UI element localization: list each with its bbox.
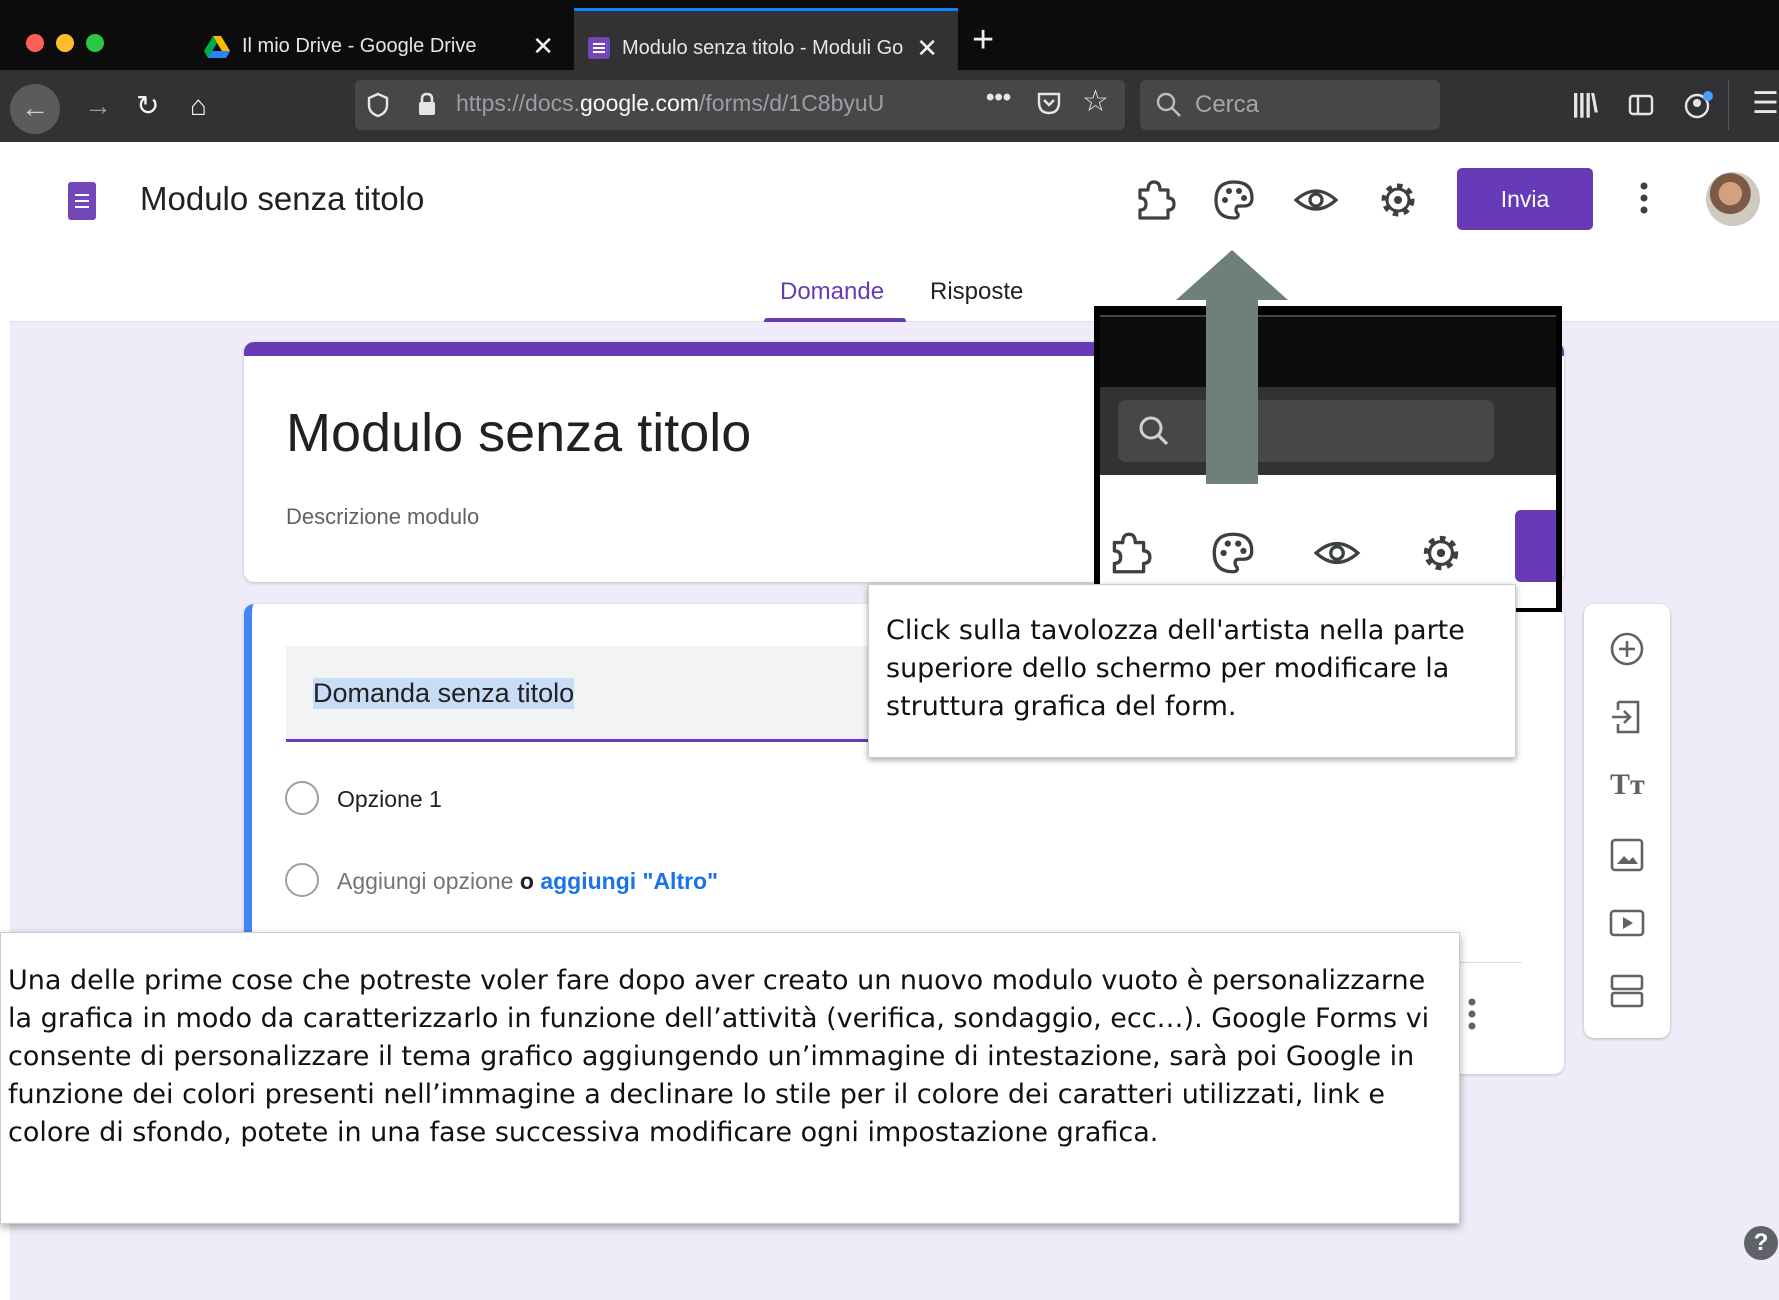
window-minimize-button[interactable] [56,34,74,52]
addons-icon[interactable] [1130,176,1178,224]
help-icon[interactable]: ? [1744,1226,1778,1260]
sidebar-icon[interactable] [1628,94,1654,116]
bookmark-star-icon[interactable]: ☆ [1082,84,1109,119]
zoom-send-button [1515,510,1556,582]
reload-icon[interactable]: ↻ [136,70,159,142]
or-label: o [519,868,534,894]
close-tab-icon[interactable]: ✕ [532,31,554,62]
forward-arrow-icon[interactable]: → [84,70,112,142]
tab-risposte[interactable]: Risposte [930,278,1023,306]
menu-icon[interactable]: ☰ [1752,86,1779,121]
title-text-icon[interactable]: Tт [1610,768,1645,802]
add-other-link[interactable]: aggiungi "Altro" [540,868,718,894]
settings-gear-icon [1423,535,1459,571]
tab-domande[interactable]: Domande [780,278,884,306]
home-icon[interactable]: ⌂ [190,70,207,142]
pocket-icon[interactable] [1036,90,1062,116]
account-icon[interactable] [1684,90,1714,120]
callout-text: Click sulla tavolozza dell'artista nella… [886,615,1465,722]
preview-eye-icon [1313,541,1361,565]
url-text[interactable]: https://docs.google.com/forms/d/1C8byuU [456,90,956,117]
plus-icon[interactable]: + [972,20,994,60]
tab-title: Il mio Drive - Google Drive [242,35,477,57]
toolbar-divider [1728,80,1729,130]
page-actions-icon[interactable]: ••• [986,84,1011,112]
search-icon [1139,416,1169,446]
send-button[interactable]: Invia [1457,168,1593,230]
search-input[interactable]: Cerca [1195,91,1259,119]
lock-icon[interactable] [417,92,437,116]
zoom-tab-bar [1100,315,1556,387]
form-description-field[interactable]: Descrizione modulo [286,504,479,530]
avatar[interactable] [1706,172,1760,226]
window-close-button[interactable] [26,34,44,52]
more-vert-icon[interactable] [1466,996,1478,1032]
add-option-link[interactable]: Aggiungi opzione [337,868,513,894]
google-drive-icon [204,35,230,58]
section-icon[interactable] [1608,972,1646,1010]
radio-option-1[interactable] [285,781,319,815]
video-icon[interactable] [1608,904,1646,942]
window-zoom-button[interactable] [86,34,104,52]
addons-icon [1112,532,1152,574]
option-label[interactable]: Opzione 1 [337,786,442,813]
image-icon[interactable] [1608,836,1646,874]
add-option-row[interactable]: Aggiungi opzione o aggiungi "Altro" [337,868,718,895]
document-title[interactable]: Modulo senza titolo [140,180,424,218]
form-title[interactable]: Modulo senza titolo [286,402,751,464]
more-vert-icon[interactable] [1638,180,1650,216]
settings-gear-icon[interactable] [1374,176,1422,224]
google-forms-icon[interactable] [68,182,96,220]
tab-title: Modulo senza titolo - Moduli Go [622,36,904,59]
radio-add-option [285,863,319,897]
library-icon[interactable]: |||\ [1572,88,1598,119]
up-arrow-icon [1176,250,1288,484]
shield-icon[interactable] [367,92,389,118]
import-questions-icon[interactable] [1608,698,1646,736]
back-arrow-icon[interactable]: ← [10,84,60,134]
add-question-icon[interactable] [1608,630,1646,668]
search-bar[interactable] [1140,80,1440,130]
palette-icon[interactable] [1210,176,1258,224]
zoom-search-bar [1118,400,1494,462]
google-forms-icon [588,37,610,59]
close-tab-icon[interactable]: ✕ [916,33,938,64]
question-title[interactable]: Domanda senza titolo [313,678,575,709]
search-icon [1156,92,1181,117]
preview-eye-icon[interactable] [1292,176,1340,224]
explanation-text: Una delle prime cose che potreste voler … [8,965,1430,1148]
palette-icon [1212,532,1254,574]
